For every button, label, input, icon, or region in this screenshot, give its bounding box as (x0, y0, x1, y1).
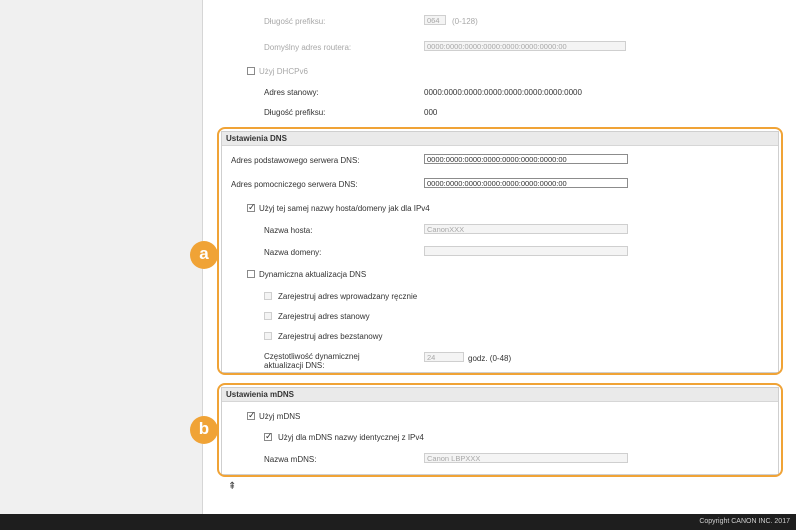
prefix-length-label: Długość prefiksu: (264, 17, 326, 26)
back-to-top-icon[interactable]: ⇞ (228, 482, 236, 492)
stateful-address-label: Adres stanowy: (264, 88, 319, 97)
footer: Copyright CANON INC. 2017 (0, 514, 796, 530)
copyright-text: Copyright CANON INC. 2017 (699, 518, 790, 525)
stateful-address-value: 0000:0000:0000:0000:0000:0000:0000:0000 (424, 88, 582, 97)
prefix-length-field[interactable]: 064 (424, 15, 446, 25)
use-dhcpv6-checkbox[interactable] (247, 67, 255, 75)
callout-a-frame (217, 127, 783, 375)
prefix-length-range: (0-128) (452, 17, 478, 26)
sidebar (0, 0, 203, 514)
default-router-label: Domyślny adres routera: (264, 43, 352, 52)
prefix-length2-value: 000 (424, 108, 438, 117)
callout-a-badge: a (190, 241, 218, 269)
use-dhcpv6-label: Użyj DHCPv6 (259, 67, 308, 76)
prefix-length2-label: Długość prefiksu: (264, 108, 326, 117)
callout-b-badge: b (190, 416, 218, 444)
default-router-field[interactable]: 0000:0000:0000:0000:0000:0000:0000:00 (424, 41, 626, 51)
callout-b-frame (217, 383, 783, 477)
